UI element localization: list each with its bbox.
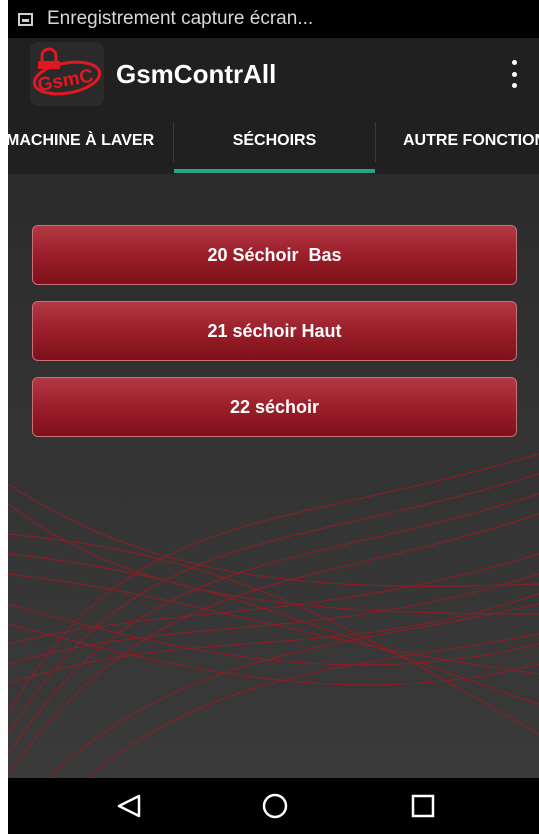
tab-label: MACHINE À LAVER: [8, 132, 155, 149]
tab-sechoirs[interactable]: SÉCHOIRS: [174, 108, 375, 174]
square-recents-icon[interactable]: [403, 786, 443, 826]
sechoir-20-button[interactable]: 20 Séchoir Bas: [32, 225, 517, 285]
sechoir-22-button[interactable]: 22 séchoir: [32, 377, 517, 437]
tab-selected-indicator: [174, 169, 375, 173]
navigation-bar: [8, 778, 539, 834]
image-icon: [18, 12, 33, 26]
app-title: GsmContrAll: [116, 59, 277, 89]
tab-bar: MACHINE À LAVER SÉCHOIRS AUTRE FONCTIONS: [8, 108, 539, 174]
more-vert-icon[interactable]: [509, 60, 519, 88]
status-notification-text: Enregistrement capture écran...: [47, 8, 314, 29]
phone-screen: Enregistrement capture écran... GsmC Gsm…: [8, 0, 539, 834]
content-area: 20 Séchoir Bas 21 séchoir Haut 22 séchoi…: [8, 174, 539, 778]
tab-label: AUTRE FONCTIONS: [403, 132, 539, 149]
gsmc-logo-icon: GsmC: [30, 42, 104, 106]
tab-machine-a-laver[interactable]: MACHINE À LAVER: [8, 108, 173, 174]
circle-home-icon[interactable]: [255, 786, 295, 826]
tab-autre-fonctions[interactable]: AUTRE FONCTIONS: [376, 108, 539, 174]
triangle-back-icon[interactable]: [109, 786, 149, 826]
app-bar: GsmC GsmContrAll: [8, 38, 539, 108]
status-bar: Enregistrement capture écran...: [8, 0, 539, 38]
sechoir-21-button[interactable]: 21 séchoir Haut: [32, 301, 517, 361]
tab-label: SÉCHOIRS: [232, 132, 317, 149]
